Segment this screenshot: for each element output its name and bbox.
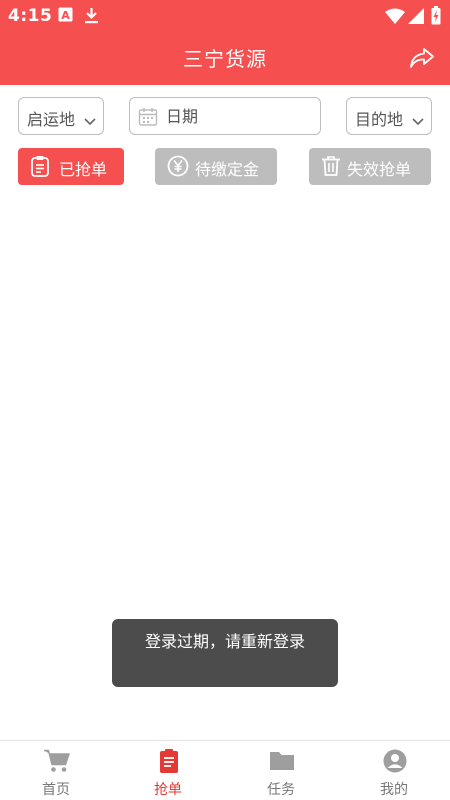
trash-icon bbox=[321, 155, 341, 181]
chevron-down-icon bbox=[84, 111, 96, 130]
clipboard-icon bbox=[156, 749, 182, 773]
destination-select-label: 目的地 bbox=[355, 110, 404, 129]
cart-icon bbox=[44, 749, 70, 773]
tab-label: 已抢单 bbox=[59, 160, 108, 179]
folder-icon bbox=[269, 749, 295, 773]
wifi-icon bbox=[385, 8, 405, 28]
tab-label: 失效抢单 bbox=[347, 160, 412, 179]
download-icon bbox=[84, 7, 99, 28]
nav-item-home[interactable]: 首页 bbox=[0, 741, 112, 800]
battery-icon bbox=[431, 6, 441, 29]
tab-expired-orders[interactable]: 失效抢单 bbox=[309, 148, 431, 185]
order-status-tabs: 已抢单 待缴定金 失效抢单 bbox=[0, 148, 450, 186]
origin-select[interactable]: 启运地 bbox=[18, 97, 104, 135]
tab-pending-deposit[interactable]: 待缴定金 bbox=[155, 148, 277, 185]
yen-icon bbox=[167, 155, 189, 181]
date-input[interactable] bbox=[166, 104, 306, 128]
svg-text:A: A bbox=[61, 9, 70, 22]
destination-select[interactable]: 目的地 bbox=[346, 97, 432, 135]
origin-select-label: 启运地 bbox=[27, 110, 76, 129]
nav-label: 抢单 bbox=[154, 782, 182, 798]
nav-item-tasks[interactable]: 任务 bbox=[225, 741, 337, 800]
nav-item-grab-orders[interactable]: 抢单 bbox=[112, 741, 224, 800]
nav-label: 任务 bbox=[267, 782, 295, 798]
bottom-nav: 首页 抢单 任务 我的 bbox=[0, 740, 450, 800]
clipboard-icon bbox=[30, 155, 50, 181]
chevron-down-icon bbox=[412, 111, 424, 130]
tab-grabbed-orders[interactable]: 已抢单 bbox=[18, 148, 124, 185]
keyboard-a-icon: A bbox=[58, 7, 73, 26]
toast-message: 登录过期，请重新登录 bbox=[112, 619, 338, 687]
date-field[interactable] bbox=[129, 97, 321, 135]
account-icon bbox=[382, 749, 408, 773]
share-icon[interactable] bbox=[408, 44, 436, 72]
calendar-icon bbox=[138, 107, 158, 131]
nav-label: 首页 bbox=[42, 782, 70, 798]
status-bar: 4:15 A bbox=[0, 0, 450, 32]
tab-label: 待缴定金 bbox=[195, 160, 260, 179]
app-bar: 三宁货源 bbox=[0, 32, 450, 85]
nav-label: 我的 bbox=[380, 782, 408, 798]
nav-item-profile[interactable]: 我的 bbox=[338, 741, 450, 800]
page-title: 三宁货源 bbox=[183, 47, 267, 71]
filter-row: 启运地 目的地 bbox=[0, 97, 450, 137]
signal-icon bbox=[408, 8, 424, 28]
status-time: 4:15 bbox=[8, 6, 53, 26]
